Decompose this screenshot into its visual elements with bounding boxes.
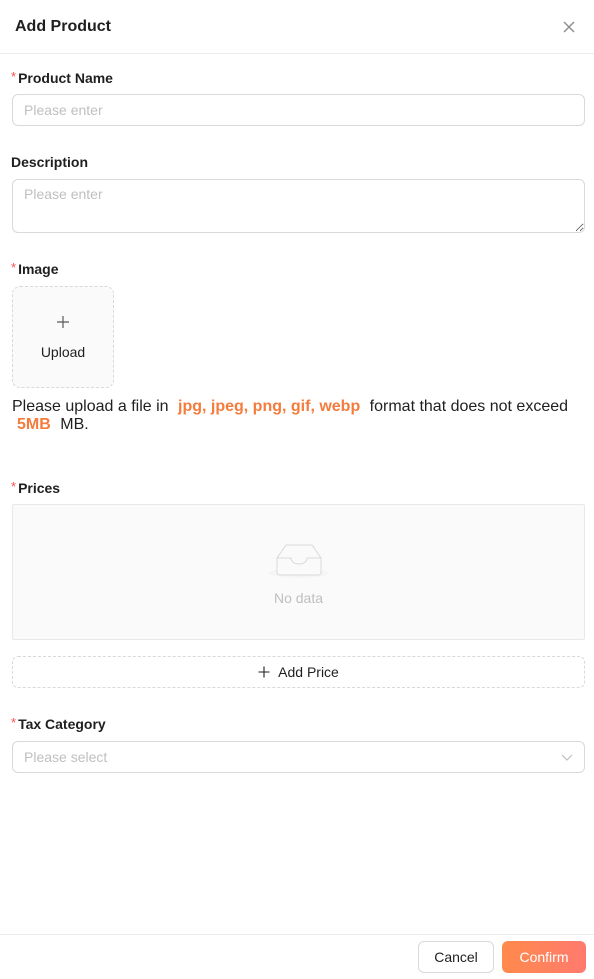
required-mark: * [11,478,17,494]
upload-hint: Please upload a file in jpg, jpeg, png, … [12,398,582,434]
field-tax-category: * Tax Category Please select [11,714,585,773]
tax-category-label: * Tax Category [11,714,585,733]
description-textarea[interactable] [12,179,585,233]
product-name-label-text: Product Name [18,70,113,86]
prices-empty-state: No data [12,504,585,640]
description-label-text: Description [11,154,89,170]
chevron-down-icon [561,751,573,763]
drawer-body: * Product Name Description * Image [0,68,594,773]
add-price-button[interactable]: Add Price [12,656,585,688]
field-product-name: * Product Name [11,68,585,126]
hint-prefix: Please upload a file in [12,398,169,415]
required-mark: * [11,68,17,84]
required-mark: * [11,259,17,275]
prices-label-text: Prices [18,480,61,496]
hint-middle: format that does not exceed [369,398,569,415]
field-image: * Image Upload Please upload a file in j… [11,259,585,434]
drawer-title: Add Product [15,17,111,35]
field-prices: * Prices No data Add Price [11,478,585,688]
hint-max-size: 5MB [17,416,51,433]
plus-icon [56,315,70,334]
inbox-icon [267,538,331,584]
cancel-button[interactable]: Cancel [418,941,494,973]
product-name-input[interactable] [12,94,585,126]
image-label-text: Image [18,261,59,277]
plus-icon [258,666,270,678]
field-description: Description [11,154,585,233]
drawer-header: Add Product [0,0,594,54]
hint-formats: jpg, jpeg, png, gif, webp [178,398,361,415]
drawer-footer: Cancel Confirm [0,934,594,979]
empty-text: No data [273,590,324,606]
hint-suffix: MB. [60,416,89,433]
image-label: * Image [11,259,585,278]
close-icon[interactable] [559,17,579,37]
required-mark: * [11,714,17,730]
tax-category-label-text: Tax Category [18,716,106,732]
upload-label: Upload [40,343,86,360]
image-upload-button[interactable]: Upload [12,286,114,388]
product-name-label: * Product Name [11,68,585,87]
add-product-drawer: Add Product * Product Name Description [0,0,594,979]
tax-category-placeholder: Please select [24,749,108,765]
description-label: Description [11,154,585,170]
prices-label: * Prices [11,478,585,497]
add-price-label: Add Price [278,664,339,680]
confirm-button[interactable]: Confirm [502,941,586,973]
tax-category-select[interactable]: Please select [12,741,585,773]
